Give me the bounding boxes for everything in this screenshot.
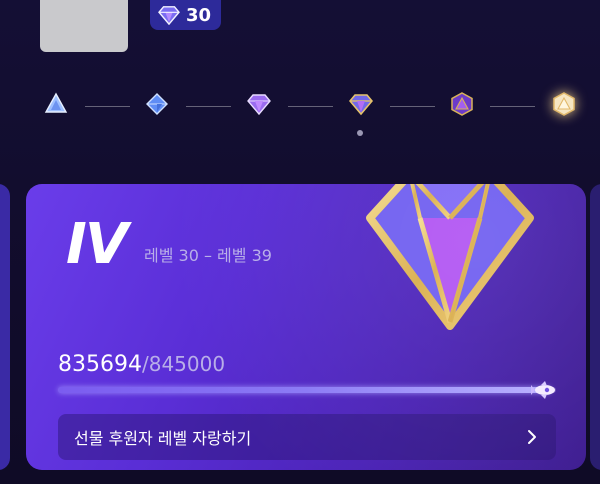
tier-track xyxy=(0,90,600,136)
tier-1-gem-icon xyxy=(44,92,68,113)
score-row: 835694 / 845000 xyxy=(58,352,225,377)
tier-3-gem-icon xyxy=(247,94,271,116)
tier-6-gem-icon xyxy=(553,92,575,116)
tier-6-node[interactable] xyxy=(550,90,578,118)
share-level-label: 선물 후원자 레벨 자랑하기 xyxy=(74,429,252,448)
tier-3-node[interactable] xyxy=(245,90,273,118)
chevron-right-icon xyxy=(528,430,536,444)
user-avatar[interactable] xyxy=(40,0,128,52)
tier-4-node[interactable] xyxy=(347,90,375,118)
tier-iv-diamond-icon xyxy=(366,184,534,330)
tier-card: IV 레벨 30 – 레벨 39 835694 / 845000 선물 후원자 … xyxy=(26,184,586,470)
score-separator: / xyxy=(141,352,149,376)
rocket-icon xyxy=(530,381,555,399)
level-range: 레벨 30 – 레벨 39 xyxy=(144,246,272,265)
tier-4-gem-icon xyxy=(349,94,373,116)
level-progress-bar xyxy=(58,381,556,399)
gem-count: 30 xyxy=(186,4,212,26)
next-tier-card[interactable] xyxy=(590,184,600,470)
purple-diamond-icon xyxy=(158,6,180,25)
score-current: 835694 xyxy=(58,352,142,377)
tier-5-gem-icon xyxy=(451,92,473,116)
tier-1-node[interactable] xyxy=(42,90,70,118)
tier-5-node[interactable] xyxy=(448,90,476,118)
score-target: 845000 xyxy=(148,352,226,376)
current-tier-indicator xyxy=(357,130,363,136)
previous-tier-card[interactable] xyxy=(0,184,10,470)
tier-roman-numeral: IV xyxy=(66,212,128,277)
tier-2-node[interactable] xyxy=(143,90,171,118)
level-progress-fill xyxy=(58,387,551,393)
tier-2-gem-icon xyxy=(146,93,168,115)
gem-count-badge: 30 xyxy=(150,0,222,30)
share-level-button[interactable]: 선물 후원자 레벨 자랑하기 xyxy=(58,414,556,460)
